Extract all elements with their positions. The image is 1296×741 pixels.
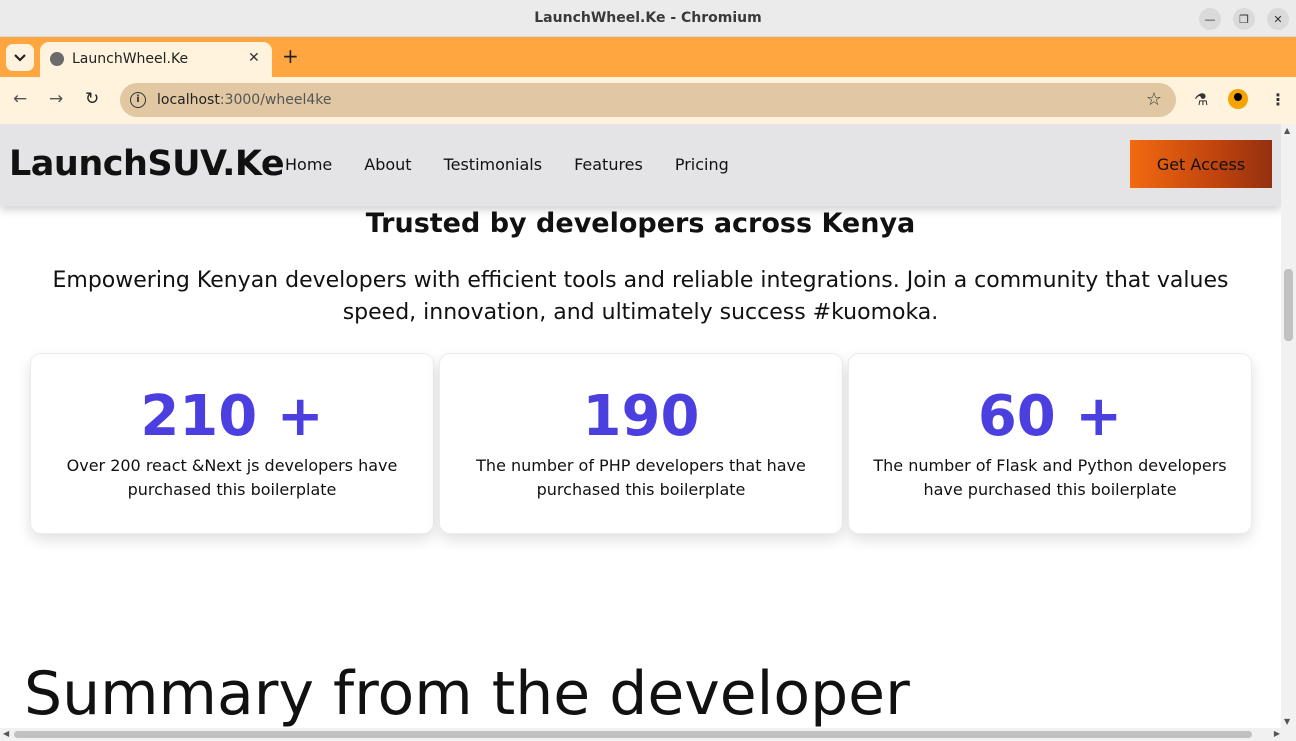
nav-testimonials[interactable]: Testimonials — [444, 155, 543, 174]
stat-card: 190 The number of PHP developers that ha… — [439, 353, 843, 534]
vertical-scroll-thumb[interactable] — [1284, 269, 1293, 341]
window-titlebar: LaunchWheel.Ke - Chromium — ❐ ✕ — [0, 0, 1296, 37]
scroll-down-icon[interactable]: ▼ — [1284, 717, 1290, 726]
stat-description: Over 200 react &Next js developers have … — [66, 456, 398, 499]
vertical-scrollbar[interactable]: ▲ ▼ — [1281, 124, 1296, 728]
trust-subheading: Empowering Kenyan developers with effici… — [52, 268, 1229, 325]
address-url[interactable]: localhost:3000/wheel4ke — [157, 92, 331, 108]
reload-icon[interactable]: ↻ — [85, 89, 99, 109]
url-path: :3000/wheel4ke — [219, 92, 332, 108]
tab-close-button[interactable]: ✕ — [248, 50, 260, 66]
active-tab[interactable]: LaunchWheel.Ke ✕ — [40, 42, 272, 77]
close-icon: ✕ — [1273, 12, 1283, 26]
scroll-right-icon[interactable]: ▶ — [1274, 729, 1280, 738]
url-host: localhost — [157, 92, 220, 108]
bookmark-star-icon[interactable]: ☆ — [1146, 89, 1162, 110]
horizontal-scroll-thumb[interactable] — [14, 731, 1252, 738]
forward-icon[interactable]: → — [49, 89, 63, 109]
page-viewport: LaunchSUV.Ke Home About Testimonials Fea… — [0, 124, 1281, 728]
stat-card: 60 + The number of Flask and Python deve… — [848, 353, 1252, 534]
stat-value: 60 + — [977, 384, 1123, 449]
trust-heading: Trusted by developers across Kenya — [365, 208, 916, 239]
address-bar[interactable]: i localhost:3000/wheel4ke ☆ — [120, 83, 1176, 117]
stat-description: The number of Flask and Python developer… — [873, 456, 1227, 499]
profile-icon[interactable] — [1228, 89, 1248, 109]
browser-toolbar: ← → ↻ i localhost:3000/wheel4ke ☆ ⚗ ⋮ — [0, 77, 1296, 124]
nav-home[interactable]: Home — [285, 155, 332, 174]
maximize-icon: ❐ — [1239, 12, 1249, 26]
nav-features[interactable]: Features — [574, 155, 643, 174]
nav-about[interactable]: About — [364, 155, 411, 174]
tab-title: LaunchWheel.Ke — [72, 51, 189, 67]
site-info-icon[interactable]: i — [130, 92, 146, 108]
nav-pricing[interactable]: Pricing — [675, 155, 729, 174]
stat-value: 210 + — [140, 384, 324, 449]
tab-list-button[interactable] — [6, 44, 34, 71]
minimize-icon: — — [1204, 12, 1216, 26]
scroll-up-icon[interactable]: ▲ — [1284, 126, 1290, 135]
back-icon[interactable]: ← — [13, 89, 27, 109]
globe-favicon-icon — [50, 52, 64, 66]
window-title: LaunchWheel.Ke - Chromium — [534, 10, 762, 26]
tab-strip: LaunchWheel.Ke ✕ + — [0, 37, 1296, 77]
stat-value: 190 — [582, 384, 700, 449]
tab-list-icon — [14, 53, 26, 62]
new-tab-icon[interactable]: + — [282, 46, 299, 66]
horizontal-scrollbar[interactable]: ◀ ▶ — [0, 728, 1296, 741]
nav-links: Home About Testimonials Features Pricing — [285, 155, 729, 174]
close-window-button[interactable]: ✕ — [1267, 8, 1289, 30]
maximize-button[interactable]: ❐ — [1233, 8, 1255, 30]
site-navbar: LaunchSUV.Ke Home About Testimonials Fea… — [0, 124, 1281, 206]
get-access-button[interactable]: Get Access — [1130, 140, 1272, 188]
site-brand[interactable]: LaunchSUV.Ke — [9, 144, 285, 184]
stat-card: 210 + Over 200 react &Next js developers… — [30, 353, 434, 534]
stat-description: The number of PHP developers that have p… — [476, 456, 806, 499]
kebab-menu-icon[interactable]: ⋮ — [1270, 90, 1286, 109]
scroll-left-icon[interactable]: ◀ — [3, 729, 9, 738]
summary-heading: Summary from the developer — [24, 659, 910, 728]
minimize-button[interactable]: — — [1199, 8, 1221, 30]
labs-flask-icon[interactable]: ⚗ — [1194, 90, 1208, 109]
